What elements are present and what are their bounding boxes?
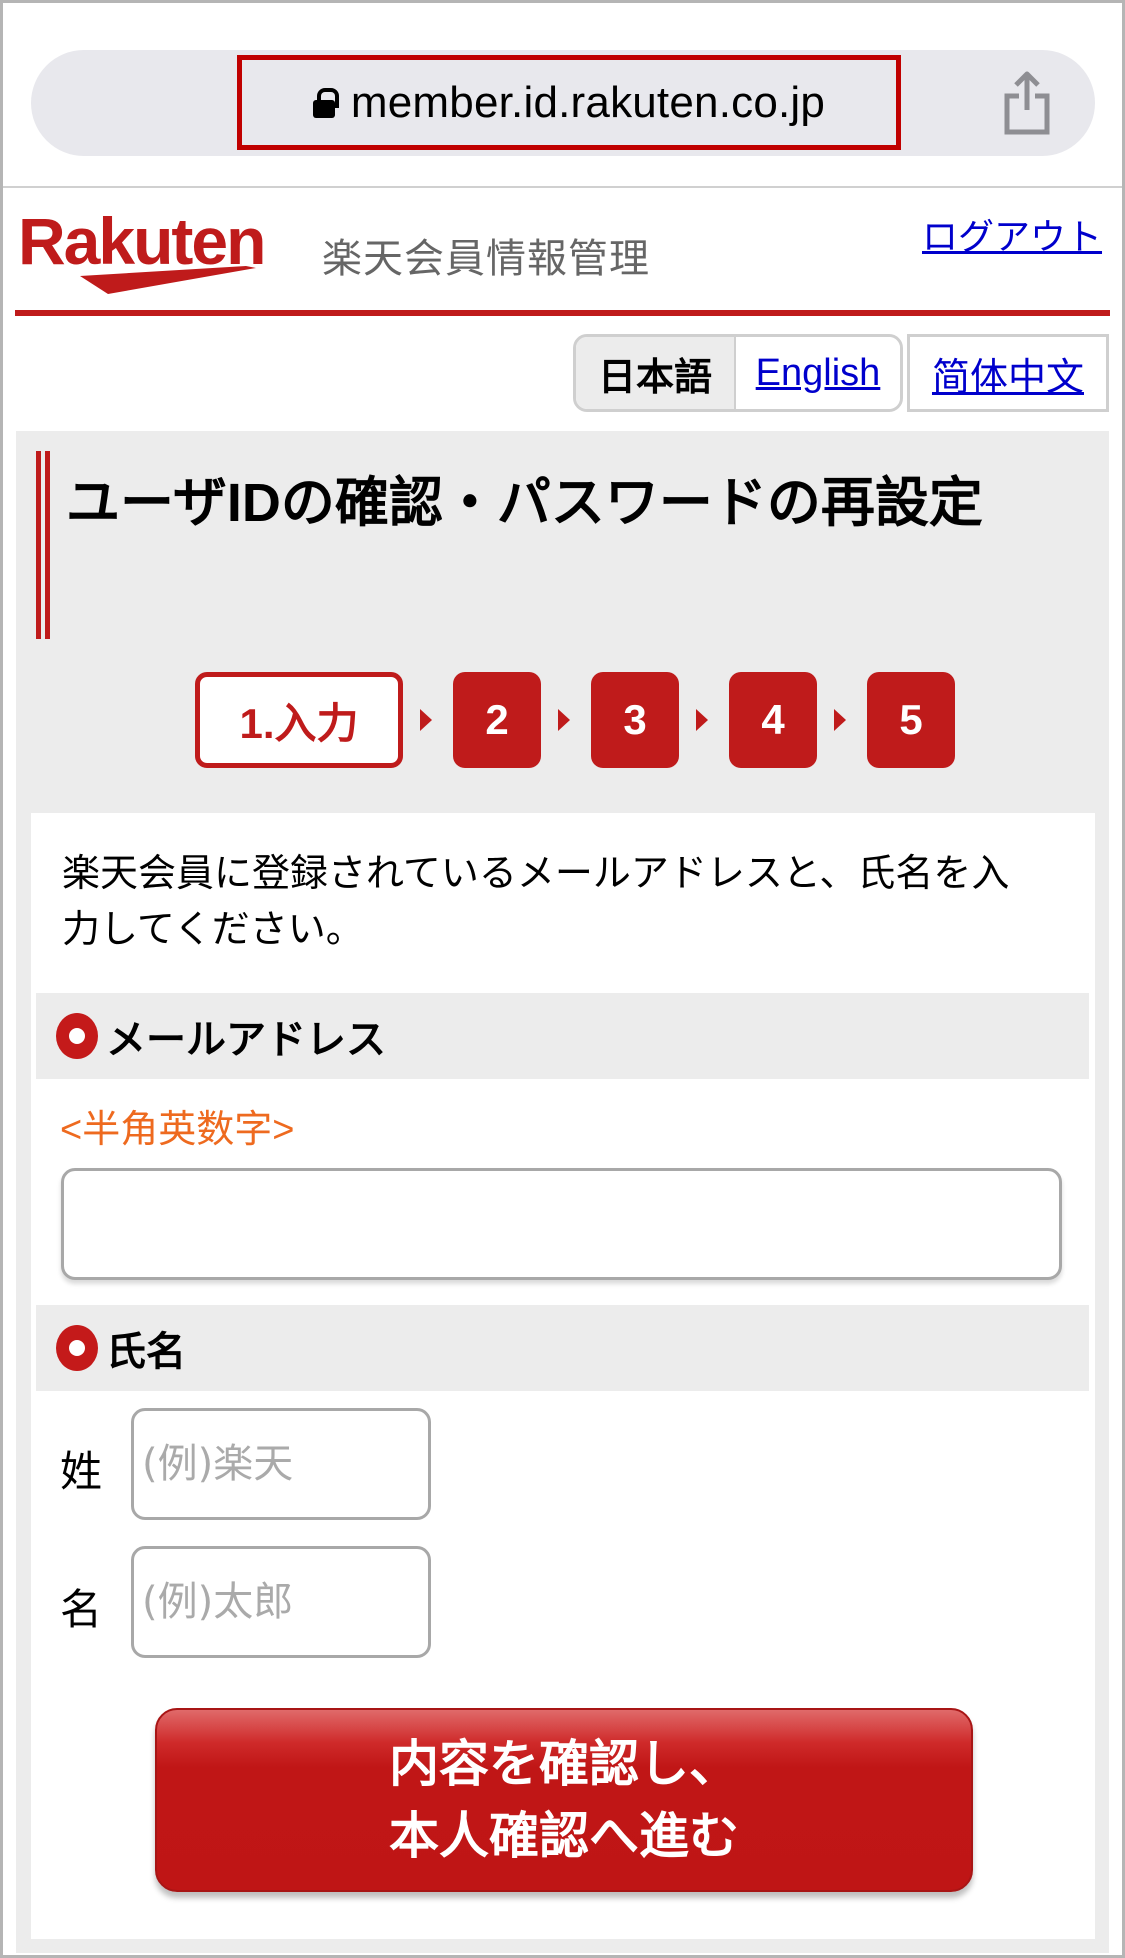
confirm-and-verify-button[interactable]: 内容を確認し、 本人確認へ進む [155,1708,973,1892]
page-title: ユーザIDの確認・パスワードの再設定 [66,473,983,533]
step-2: 2 [453,672,541,768]
toolbar-divider [3,186,1122,188]
step-arrow-icon [834,709,846,731]
lang-tab-chinese[interactable]: 简体中文 [907,334,1109,412]
first-name-label: 名 [60,1586,103,1633]
submit-label-line1: 内容を確認し、 [389,1736,739,1792]
logout-link[interactable]: ログアウト [922,208,1102,260]
lang-tab-english[interactable]: English [736,337,900,409]
name-label: 氏名 [106,1330,186,1374]
step-arrow-icon [696,709,708,731]
lang-tab-japanese[interactable]: 日本語 [576,337,736,409]
step-3: 3 [591,672,679,768]
site-title: 楽天会員情報管理 [322,237,650,281]
last-name-input[interactable] [131,1408,431,1520]
url-text[interactable]: member.id.rakuten.co.jp [351,78,825,128]
step-4: 4 [729,672,817,768]
email-format-hint: <半角英数字> [60,1109,295,1151]
step-arrow-icon [420,709,432,731]
email-section-header: メールアドレス [36,993,1089,1079]
last-name-label: 姓 [60,1448,103,1495]
step-arrow-icon [558,709,570,731]
lock-icon [312,87,339,118]
email-label: メールアドレス [106,1018,386,1062]
rakuten-logo[interactable]: Rakuten [18,206,303,294]
submit-label-line2: 本人確認へ進む [389,1808,739,1864]
header-divider [15,310,1110,316]
step-1: 1.入力 [195,672,403,768]
title-accent-bar [36,451,50,639]
language-switcher: 日本語 English [573,334,903,412]
name-section-header: 氏名 [36,1305,1089,1391]
share-icon[interactable] [1002,70,1052,136]
email-input[interactable] [61,1168,1062,1280]
first-name-input[interactable] [131,1546,431,1658]
required-icon [56,1013,98,1059]
step-indicator: 1.入力 2 3 4 5 [195,672,955,768]
url-highlight-box[interactable]: member.id.rakuten.co.jp [237,55,901,150]
form-instructions: 楽天会員に登録されているメールアドレスと、氏名を入力してください。 [62,853,1010,951]
required-icon [56,1325,98,1371]
step-5: 5 [867,672,955,768]
